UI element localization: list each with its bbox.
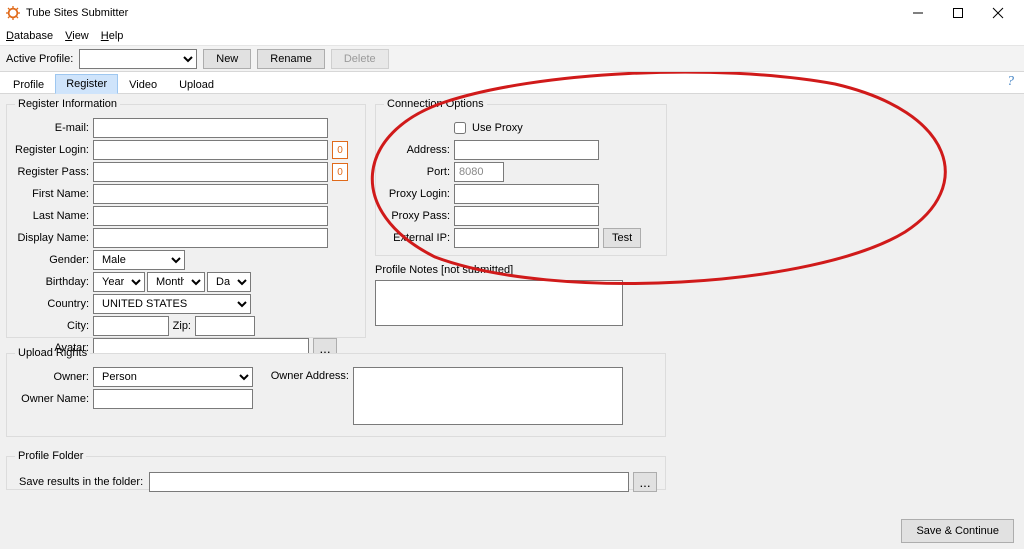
country-label: Country:	[15, 298, 93, 310]
register-pass-counter: 0	[332, 163, 348, 181]
proxy-pass-input[interactable]	[454, 206, 599, 226]
menu-help[interactable]: Help	[101, 30, 124, 42]
tab-register[interactable]: Register	[55, 74, 118, 94]
displayname-input[interactable]	[93, 228, 328, 248]
displayname-label: Display Name:	[15, 232, 93, 244]
group-profile-folder: Profile Folder Save results in the folde…	[6, 450, 666, 490]
window-title: Tube Sites Submitter	[26, 7, 128, 19]
group-connection-legend: Connection Options	[384, 98, 487, 110]
use-proxy-label: Use Proxy	[472, 122, 523, 134]
app-icon	[6, 6, 20, 20]
gender-label: Gender:	[15, 254, 93, 266]
email-input[interactable]	[93, 118, 328, 138]
page-body: Register Information E-mail: Register Lo…	[0, 94, 1024, 549]
profile-notes-textarea[interactable]	[375, 280, 623, 326]
email-label: E-mail:	[15, 122, 93, 134]
maximize-button[interactable]	[938, 0, 978, 26]
external-ip-input[interactable]	[454, 228, 599, 248]
tab-profile[interactable]: Profile	[2, 75, 55, 94]
test-button[interactable]: Test	[603, 228, 641, 248]
zip-input[interactable]	[195, 316, 255, 336]
menu-bar: Database View Help	[0, 26, 1024, 46]
folder-path-input[interactable]	[149, 472, 629, 492]
country-select[interactable]: UNITED STATES	[93, 294, 251, 314]
folder-save-label: Save results in the folder:	[15, 476, 145, 488]
firstname-input[interactable]	[93, 184, 328, 204]
save-continue-button[interactable]: Save & Continue	[901, 519, 1014, 543]
owner-name-label: Owner Name:	[15, 393, 93, 405]
proxy-address-label: Address:	[384, 144, 454, 156]
birthday-month-select[interactable]: Month	[147, 272, 205, 292]
delete-button[interactable]: Delete	[331, 49, 389, 69]
close-button[interactable]	[978, 0, 1018, 26]
group-register-information: Register Information E-mail: Register Lo…	[6, 98, 366, 338]
owner-address-textarea[interactable]	[353, 367, 623, 425]
group-upload-rights: Upload Rights Owner: Person Owner Name: …	[6, 347, 666, 437]
gender-select[interactable]: Male	[93, 250, 185, 270]
group-connection-options: Connection Options Use Proxy Address: Po…	[375, 98, 667, 256]
register-pass-input[interactable]	[93, 162, 328, 182]
proxy-pass-label: Proxy Pass:	[384, 210, 454, 222]
group-upload-legend: Upload Rights	[15, 347, 90, 359]
menu-database[interactable]: Database	[6, 30, 53, 42]
new-button[interactable]: New	[203, 49, 251, 69]
lastname-label: Last Name:	[15, 210, 93, 222]
group-folder-legend: Profile Folder	[15, 450, 86, 462]
tab-upload[interactable]: Upload	[168, 75, 225, 94]
proxy-login-input[interactable]	[454, 184, 599, 204]
owner-label: Owner:	[15, 371, 93, 383]
city-input[interactable]	[93, 316, 169, 336]
proxy-port-label: Port:	[384, 166, 454, 178]
register-login-counter: 0	[332, 141, 348, 159]
help-icon[interactable]: ?	[1007, 74, 1014, 90]
zip-label: Zip:	[169, 320, 195, 332]
profile-notes-legend: Profile Notes [not submitted]	[375, 264, 667, 276]
external-ip-label: External IP:	[384, 232, 454, 244]
register-login-label: Register Login:	[15, 144, 93, 156]
proxy-address-input[interactable]	[454, 140, 599, 160]
group-register-legend: Register Information	[15, 98, 120, 110]
toolbar: Active Profile: New Rename Delete	[0, 46, 1024, 72]
tab-video[interactable]: Video	[118, 75, 168, 94]
register-login-input[interactable]	[93, 140, 328, 160]
owner-name-input[interactable]	[93, 389, 253, 409]
title-bar: Tube Sites Submitter	[0, 0, 1024, 26]
lastname-input[interactable]	[93, 206, 328, 226]
folder-browse-button[interactable]: ...	[633, 472, 657, 492]
proxy-port-input[interactable]	[454, 162, 504, 182]
birthday-label: Birthday:	[15, 276, 93, 288]
city-label: City:	[15, 320, 93, 332]
birthday-day-select[interactable]: Day	[207, 272, 251, 292]
register-pass-label: Register Pass:	[15, 166, 93, 178]
active-profile-label: Active Profile:	[6, 53, 73, 65]
use-proxy-checkbox[interactable]	[454, 122, 466, 134]
rename-button[interactable]: Rename	[257, 49, 325, 69]
birthday-year-select[interactable]: Year	[93, 272, 145, 292]
firstname-label: First Name:	[15, 188, 93, 200]
menu-view[interactable]: View	[65, 30, 89, 42]
active-profile-select[interactable]	[79, 49, 197, 69]
tab-bar: Profile Register Video Upload ?	[0, 72, 1024, 94]
owner-select[interactable]: Person	[93, 367, 253, 387]
owner-address-label: Owner Address:	[263, 367, 353, 382]
minimize-button[interactable]	[898, 0, 938, 26]
proxy-login-label: Proxy Login:	[384, 188, 454, 200]
